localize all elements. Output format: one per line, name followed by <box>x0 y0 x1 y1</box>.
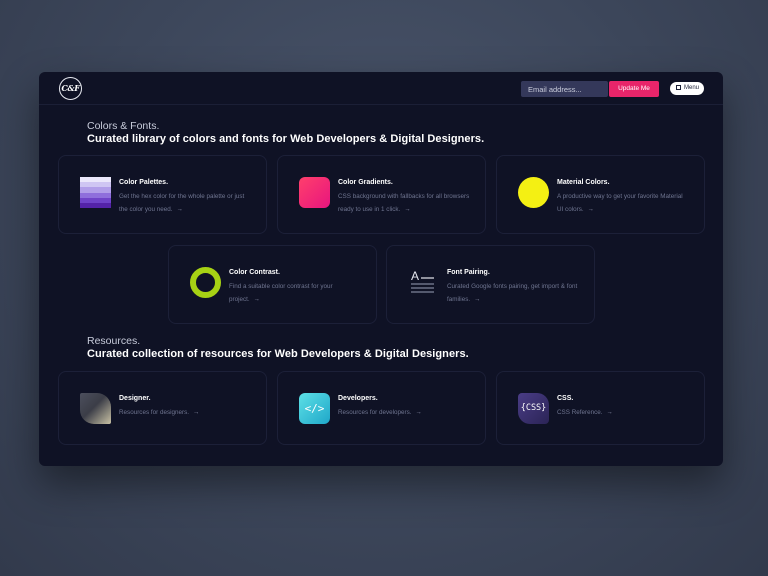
top-bar: C&F Update Me Menu <box>39 72 723 105</box>
color-palette-icon <box>80 177 111 209</box>
arrow-right-icon: → <box>415 409 422 416</box>
logo[interactable]: C&F <box>59 77 82 100</box>
arrow-right-icon: → <box>606 409 613 416</box>
font-letter: A <box>411 269 419 283</box>
colors-fonts-label: Colors & Fonts. <box>87 120 160 132</box>
card-color-palettes[interactable]: Color Palettes. Get the hex color for th… <box>58 155 267 234</box>
resources-label: Resources. <box>87 335 141 347</box>
email-input[interactable] <box>521 81 608 97</box>
card-title: Developers. <box>338 395 378 402</box>
card-description: Find a suitable color contrast for your … <box>229 283 333 303</box>
arrow-right-icon: → <box>176 205 183 213</box>
resources-title: Curated collection of resources for Web … <box>87 348 469 360</box>
arrow-right-icon: → <box>193 409 200 416</box>
card-title: Color Gradients. <box>338 179 393 186</box>
card-title: CSS. <box>557 395 574 402</box>
menu-label: Menu <box>684 85 700 91</box>
card-description: Get the hex color for the whole palette … <box>119 193 245 213</box>
gradient-icon <box>299 177 330 208</box>
update-me-button[interactable]: Update Me <box>609 81 659 97</box>
card-title: Color Contrast. <box>229 269 280 276</box>
card-developers[interactable]: </> Developers. Resources for developers… <box>277 371 486 445</box>
card-designer[interactable]: Designer. Resources for designers. → <box>58 371 267 445</box>
card-title: Material Colors. <box>557 179 610 186</box>
card-title: Designer. <box>119 395 151 402</box>
app-window: C&F Update Me Menu Colors & Fonts. Curat… <box>39 72 723 466</box>
arrow-right-icon: → <box>587 205 594 213</box>
palette-shade <box>80 202 111 209</box>
designer-icon <box>80 393 111 424</box>
code-icon: </> <box>299 393 330 424</box>
css-icon: {CSS} <box>518 393 549 424</box>
arrow-right-icon: → <box>474 295 481 303</box>
card-description: Resources for designers. → <box>119 409 200 416</box>
card-description: Curated Google fonts pairing, get import… <box>447 283 578 303</box>
arrow-right-icon: → <box>404 205 411 213</box>
font-pairing-glyph: A <box>411 269 434 293</box>
card-color-contrast[interactable]: Color Contrast. Find a suitable color co… <box>168 245 377 324</box>
card-description: A productive way to get your favorite Ma… <box>557 193 683 213</box>
menu-icon <box>676 84 681 90</box>
card-css[interactable]: {CSS} CSS. CSS Reference. → <box>496 371 705 445</box>
card-description: CSS Reference. → <box>557 409 613 416</box>
card-material-colors[interactable]: Material Colors. A productive way to get… <box>496 155 705 234</box>
card-title: Color Palettes. <box>119 179 169 186</box>
arrow-right-icon: → <box>253 295 260 303</box>
contrast-ring-icon <box>190 267 221 298</box>
card-description: CSS background with fallbacks for all br… <box>338 193 470 213</box>
card-title: Font Pairing. <box>447 269 490 276</box>
card-description: Resources for developers. → <box>338 409 422 416</box>
font-pairing-icon: A <box>408 267 439 298</box>
menu-button[interactable]: Menu <box>670 82 704 95</box>
card-color-gradients[interactable]: Color Gradients. CSS background with fal… <box>277 155 486 234</box>
material-circle-icon <box>518 177 549 208</box>
card-font-pairing[interactable]: A Font Pairing. Curated Google fonts pai… <box>386 245 595 324</box>
colors-fonts-title: Curated library of colors and fonts for … <box>87 133 485 145</box>
